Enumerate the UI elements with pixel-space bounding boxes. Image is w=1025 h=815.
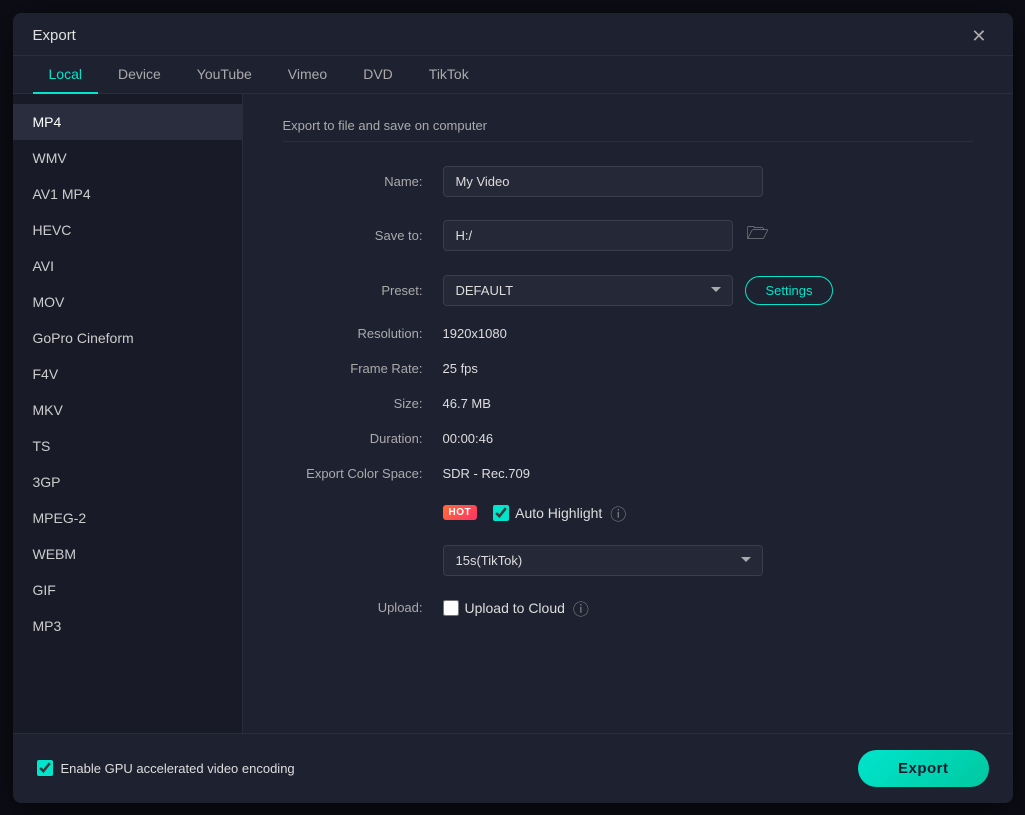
format-sidebar: MP4 WMV AV1 MP4 HEVC AVI MOV GoPro Cinef… — [13, 94, 243, 733]
export-button[interactable]: Export — [858, 750, 989, 787]
format-mpeg2[interactable]: MPEG-2 — [13, 500, 242, 536]
size-label: Size: — [283, 396, 443, 411]
format-mp4[interactable]: MP4 — [13, 104, 242, 140]
resolution-row: Resolution: 1920x1080 — [283, 326, 973, 341]
highlight-row: HOT Auto Highlight ⓘ — [283, 501, 973, 525]
close-button[interactable]: ✕ — [965, 25, 992, 47]
tab-bar: Local Device YouTube Vimeo DVD TikTok — [13, 56, 1013, 94]
duration-value: 00:00:46 — [443, 431, 494, 446]
colorspace-value: SDR - Rec.709 — [443, 466, 530, 481]
folder-button[interactable]: 🗁 — [741, 217, 775, 255]
save-to-input[interactable] — [443, 220, 733, 251]
auto-highlight-text: Auto Highlight — [515, 505, 602, 521]
upload-cloud-label[interactable]: Upload to Cloud — [443, 600, 565, 616]
export-dialog: Export ✕ Local Device YouTube Vimeo DVD … — [13, 13, 1013, 803]
hot-badge: HOT — [443, 505, 478, 520]
dialog-header: Export ✕ — [13, 13, 1013, 56]
save-to-row: Save to: 🗁 — [283, 217, 973, 255]
tiktok-duration-select[interactable]: 15s(TikTok) 30s(TikTok) 60s(TikTok) — [443, 545, 763, 576]
upload-cloud-info-icon[interactable]: ⓘ — [573, 596, 589, 620]
highlight-controls: HOT Auto Highlight ⓘ — [443, 501, 627, 525]
settings-button[interactable]: Settings — [745, 276, 834, 305]
tab-youtube[interactable]: YouTube — [181, 56, 268, 94]
format-mkv[interactable]: MKV — [13, 392, 242, 428]
format-avi[interactable]: AVI — [13, 248, 242, 284]
auto-highlight-info-icon[interactable]: ⓘ — [610, 501, 626, 525]
tab-device[interactable]: Device — [102, 56, 177, 94]
main-panel: Export to file and save on computer Name… — [243, 94, 1013, 733]
preset-select[interactable]: DEFAULT High Quality Medium Quality Low … — [443, 275, 733, 306]
upload-cloud-text: Upload to Cloud — [465, 600, 565, 616]
gpu-row: Enable GPU accelerated video encoding — [37, 760, 295, 776]
format-gopro[interactable]: GoPro Cineform — [13, 320, 242, 356]
tab-tiktok[interactable]: TikTok — [413, 56, 485, 94]
format-mp3[interactable]: MP3 — [13, 608, 242, 644]
upload-label: Upload: — [283, 600, 443, 615]
colorspace-row: Export Color Space: SDR - Rec.709 — [283, 466, 973, 481]
auto-highlight-label[interactable]: Auto Highlight — [493, 505, 602, 521]
tab-vimeo[interactable]: Vimeo — [272, 56, 343, 94]
section-title: Export to file and save on computer — [283, 118, 973, 142]
framerate-label: Frame Rate: — [283, 361, 443, 376]
save-to-label: Save to: — [283, 228, 443, 243]
preset-controls: DEFAULT High Quality Medium Quality Low … — [443, 275, 834, 306]
format-gif[interactable]: GIF — [13, 572, 242, 608]
gpu-checkbox[interactable] — [37, 760, 53, 776]
format-3gp[interactable]: 3GP — [13, 464, 242, 500]
name-row: Name: — [283, 166, 973, 197]
preset-row: Preset: DEFAULT High Quality Medium Qual… — [283, 275, 973, 306]
format-webm[interactable]: WEBM — [13, 536, 242, 572]
upload-controls: Upload to Cloud ⓘ — [443, 596, 589, 620]
dialog-title: Export — [33, 27, 76, 44]
tab-local[interactable]: Local — [33, 56, 98, 94]
upload-row: Upload: Upload to Cloud ⓘ — [283, 596, 973, 620]
tab-dvd[interactable]: DVD — [347, 56, 409, 94]
framerate-value: 25 fps — [443, 361, 478, 376]
format-wmv[interactable]: WMV — [13, 140, 242, 176]
preset-label: Preset: — [283, 283, 443, 298]
content-area: MP4 WMV AV1 MP4 HEVC AVI MOV GoPro Cinef… — [13, 94, 1013, 733]
size-value: 46.7 MB — [443, 396, 491, 411]
format-ts[interactable]: TS — [13, 428, 242, 464]
format-mov[interactable]: MOV — [13, 284, 242, 320]
auto-highlight-checkbox[interactable] — [493, 505, 509, 521]
upload-cloud-checkbox[interactable] — [443, 600, 459, 616]
name-label: Name: — [283, 174, 443, 189]
size-row: Size: 46.7 MB — [283, 396, 973, 411]
save-to-input-row: 🗁 — [443, 217, 775, 255]
format-hevc[interactable]: HEVC — [13, 212, 242, 248]
resolution-value: 1920x1080 — [443, 326, 507, 341]
name-input[interactable] — [443, 166, 763, 197]
tiktok-row: 15s(TikTok) 30s(TikTok) 60s(TikTok) — [283, 545, 973, 576]
duration-row: Duration: 00:00:46 — [283, 431, 973, 446]
gpu-label: Enable GPU accelerated video encoding — [61, 761, 295, 776]
framerate-row: Frame Rate: 25 fps — [283, 361, 973, 376]
resolution-label: Resolution: — [283, 326, 443, 341]
dialog-footer: Enable GPU accelerated video encoding Ex… — [13, 733, 1013, 803]
format-f4v[interactable]: F4V — [13, 356, 242, 392]
colorspace-label: Export Color Space: — [283, 466, 443, 481]
duration-label: Duration: — [283, 431, 443, 446]
format-av1mp4[interactable]: AV1 MP4 — [13, 176, 242, 212]
